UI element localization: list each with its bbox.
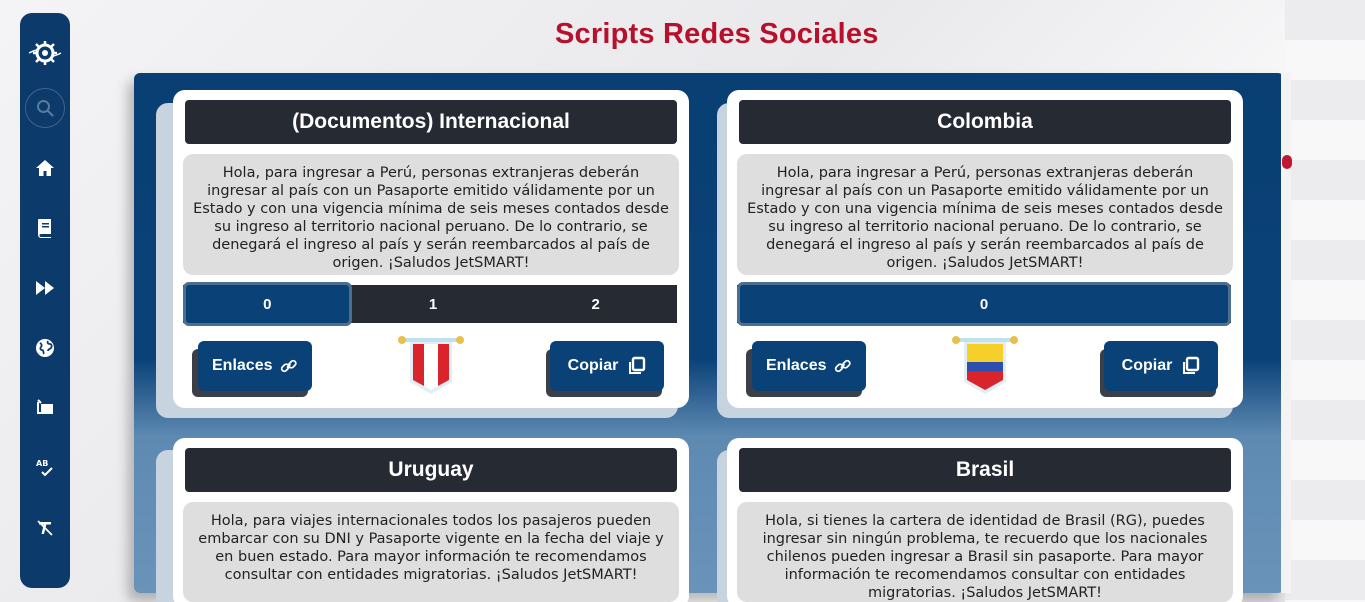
fast-forward-icon[interactable] bbox=[25, 268, 65, 308]
script-text[interactable]: Hola, para ingresar a Perú, personas ext… bbox=[737, 154, 1233, 275]
copy-button-wrap: Copiar bbox=[546, 341, 666, 397]
links-button-label: Enlaces bbox=[212, 357, 273, 374]
script-tabs: 0 1 2 bbox=[183, 282, 677, 326]
script-card-uruguay: Uruguay Hola, para viajes internacionale… bbox=[173, 438, 689, 602]
sidebar: AB bbox=[20, 13, 70, 588]
tab-2[interactable]: 2 bbox=[514, 285, 677, 323]
links-button-label: Enlaces bbox=[766, 357, 827, 374]
card-title: Colombia bbox=[739, 100, 1231, 144]
links-button[interactable]: Enlaces bbox=[752, 341, 866, 391]
book-icon[interactable] bbox=[25, 208, 65, 248]
script-card-colombia: Colombia Hola, para ingresar a Perú, per… bbox=[727, 90, 1243, 408]
card-title: (Documentos) Internacional bbox=[185, 100, 677, 144]
copy-button-wrap: Copiar bbox=[1100, 341, 1220, 397]
peru-flag-icon bbox=[398, 336, 464, 394]
script-tabs: 0 bbox=[737, 282, 1231, 326]
script-card-internacional: (Documentos) Internacional Hola, para in… bbox=[173, 90, 689, 408]
tab-0[interactable]: 0 bbox=[737, 282, 1231, 326]
card-title: Brasil bbox=[739, 448, 1231, 492]
scrollbar-track[interactable] bbox=[1281, 73, 1291, 593]
copy-stack-icon[interactable] bbox=[25, 388, 65, 428]
script-text[interactable]: Hola, para viajes internacionales todos … bbox=[183, 502, 679, 602]
text-clear-icon[interactable] bbox=[25, 508, 65, 548]
script-text[interactable]: Hola, para ingresar a Perú, personas ext… bbox=[183, 154, 679, 275]
script-text[interactable]: Hola, si tienes la cartera de identidad … bbox=[737, 502, 1233, 602]
copy-button[interactable]: Copiar bbox=[1104, 341, 1218, 391]
home-icon[interactable] bbox=[25, 148, 65, 188]
gear-logo-icon[interactable] bbox=[25, 33, 65, 73]
script-card-brasil: Brasil Hola, si tienes la cartera de ide… bbox=[727, 438, 1243, 602]
link-icon bbox=[281, 359, 298, 373]
links-button-wrap: Enlaces bbox=[192, 341, 312, 397]
copy-icon bbox=[629, 356, 646, 374]
scrollbar-thumb[interactable] bbox=[1282, 155, 1292, 169]
tab-0[interactable]: 0 bbox=[183, 282, 352, 326]
links-button[interactable]: Enlaces bbox=[198, 341, 312, 391]
background-pattern bbox=[1285, 0, 1365, 602]
globe-icon[interactable] bbox=[25, 328, 65, 368]
spellcheck-icon[interactable]: AB bbox=[25, 448, 65, 488]
page-title: Scripts Redes Sociales bbox=[555, 18, 879, 50]
svg-text:AB: AB bbox=[36, 459, 48, 468]
link-icon bbox=[835, 359, 852, 373]
copy-icon bbox=[1183, 356, 1200, 374]
card-title: Uruguay bbox=[185, 448, 677, 492]
copy-button[interactable]: Copiar bbox=[550, 341, 664, 391]
tab-1[interactable]: 1 bbox=[352, 285, 515, 323]
copy-button-label: Copiar bbox=[567, 357, 619, 374]
copy-button-label: Copiar bbox=[1121, 357, 1173, 374]
search-icon[interactable] bbox=[25, 88, 65, 128]
colombia-flag-icon bbox=[952, 336, 1018, 394]
links-button-wrap: Enlaces bbox=[746, 341, 866, 397]
